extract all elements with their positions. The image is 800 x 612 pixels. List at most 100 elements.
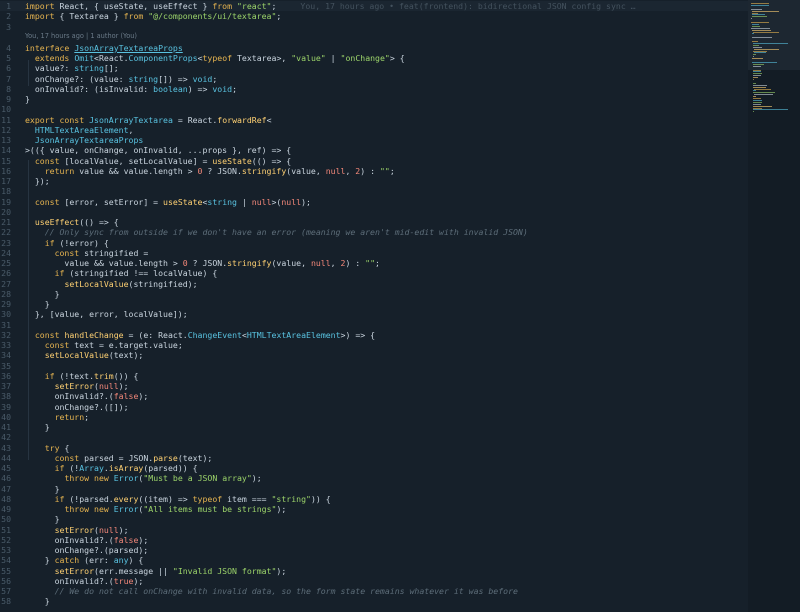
line-number: 55	[1, 565, 11, 576]
code-line[interactable]: 56 onInvalid?.(true);	[0, 576, 748, 586]
line-number: 23	[1, 237, 11, 248]
code-line[interactable]: 2 import { Textarea } from "@/components/…	[0, 11, 748, 21]
code-line[interactable]: 34 setLocalValue(text);	[0, 350, 748, 360]
code-line[interactable]: 55 setError(err.message || "Invalid JSON…	[0, 566, 748, 576]
code-line[interactable]: 58 }	[0, 596, 748, 606]
code-line[interactable]: 47 }	[0, 484, 748, 494]
minimap[interactable]	[748, 0, 800, 612]
code-line[interactable]: 48 if (!parsed.every((item) => typeof it…	[0, 494, 748, 504]
code-line[interactable]: 50 }	[0, 514, 748, 524]
code-line[interactable]: 42	[0, 432, 748, 442]
code-token: ()) {	[113, 370, 139, 381]
code-line[interactable]: 21 useEffect(() => {	[0, 217, 748, 227]
codelens-author[interactable]: You, 17 hours ago | 1 author (You)	[25, 32, 137, 41]
minimap-line	[753, 98, 761, 99]
line-number: 34	[1, 350, 11, 361]
code-text: } catch (err: any) {	[25, 555, 748, 565]
code-line[interactable]: 53 onChange?.(parsed);	[0, 545, 748, 555]
code-line[interactable]: 28 }	[0, 289, 748, 299]
code-line[interactable]: 19 const [error, setError] = useState<st…	[0, 197, 748, 207]
code-line[interactable]: 57 // We do not call onChange with inval…	[0, 586, 748, 596]
code-line[interactable]: 14 >(({ value, onChange, onInvalid, ...pr…	[0, 145, 748, 155]
code-line[interactable]: 38 onInvalid?.(false);	[0, 391, 748, 401]
code-line[interactable]: 5 extends Omit<React.ComponentProps<type…	[0, 53, 748, 63]
code-text: return;	[25, 412, 748, 422]
code-line[interactable]: 23 if (!error) {	[0, 238, 748, 248]
code-line[interactable]: 32 const handleChange = (e: React.Change…	[0, 330, 748, 340]
code-editor[interactable]: 1 import React, { useState, useEffect } f…	[0, 0, 748, 612]
code-line[interactable]: 45 if (!Array.isArray(parsed)) {	[0, 463, 748, 473]
code-token: isArray	[108, 463, 144, 473]
code-line[interactable]: 11 export const JsonArrayTextarea = React…	[0, 115, 748, 125]
code-line[interactable]: 9}	[0, 94, 748, 104]
code-token: forwardRef	[217, 114, 267, 125]
line-number: 30	[1, 309, 11, 320]
line-number: 26	[1, 268, 11, 279]
line-number: 49	[1, 504, 11, 514]
code-line[interactable]: 3	[0, 22, 748, 32]
minimap-line	[751, 22, 769, 23]
code-line[interactable]: 10	[0, 104, 748, 114]
code-line[interactable]: 24 const stringified =	[0, 248, 748, 258]
line-number: 18	[1, 186, 11, 197]
code-line[interactable]: 37 setError(null);	[0, 381, 748, 391]
code-token: every	[113, 493, 139, 504]
code-token: ;	[232, 83, 237, 94]
code-token: >) => {	[340, 329, 376, 340]
code-line[interactable]: 16 return value && value.length > 0 ? JS…	[0, 166, 748, 176]
code-line[interactable]: 33 const text = e.target.value;	[0, 340, 748, 350]
code-text: const handleChange = (e: React.ChangeEve…	[25, 330, 748, 340]
code-line[interactable]: 26 if (stringified !== localValue) {	[0, 268, 748, 278]
code-token: );	[301, 196, 311, 207]
code-line[interactable]: 15 const [localValue, setLocalValue] = u…	[0, 156, 748, 166]
code-line[interactable]: 6 value?: string[];	[0, 63, 748, 73]
code-line[interactable]: 40 return;	[0, 412, 748, 422]
code-text: setError(null);	[25, 525, 748, 535]
code-line[interactable]: 27 setLocalValue(stringified);	[0, 279, 748, 289]
code-line[interactable]: 35	[0, 361, 748, 371]
code-text: }	[25, 422, 748, 432]
line-number: 57	[1, 586, 11, 596]
code-line[interactable]: 30 }, [value, error, localValue]);	[0, 309, 748, 319]
code-line[interactable]: 13 JsonArrayTextareaProps	[0, 135, 748, 145]
code-token: return	[54, 411, 85, 422]
code-text: onInvalid?.(true);	[25, 576, 748, 586]
code-line[interactable]: 7 onChange?: (value: string[]) => void;	[0, 74, 748, 84]
code-token: ,	[345, 165, 356, 176]
code-line[interactable]: 51 setError(null);	[0, 525, 748, 535]
code-line[interactable]: 49 throw new Error("All items must be st…	[0, 504, 748, 514]
code-line[interactable]: 8 onInvalid?: (isInvalid: boolean) => vo…	[0, 84, 748, 94]
code-text: if (!Array.isArray(parsed)) {	[25, 463, 748, 473]
minimap-line	[752, 69, 761, 71]
code-line[interactable]: 17 });	[0, 176, 748, 186]
minimap-line	[752, 31, 779, 33]
code-line[interactable]: 1 import React, { useState, useEffect } f…	[0, 1, 748, 12]
code-line[interactable]: 41 }	[0, 422, 748, 432]
code-line[interactable]: 4 interface JsonArrayTextareaProps	[0, 43, 748, 53]
code-token: (stringified !== localValue) {	[64, 268, 218, 279]
code-line[interactable]: 25 value && value.length > 0 ? JSON.stri…	[0, 258, 748, 268]
code-line[interactable]: 12 HTMLTextAreaElement,	[0, 125, 748, 135]
code-token: if	[44, 370, 55, 381]
code-token: )) {	[310, 493, 331, 504]
code-text: value && value.length > 0 ? JSON.stringi…	[25, 258, 748, 268]
code-line[interactable]: 22 // Only sync from outside if we don't…	[0, 227, 748, 237]
code-line[interactable]: 31	[0, 320, 748, 330]
code-line[interactable]: 36 if (!text.trim()) {	[0, 371, 748, 381]
code-line[interactable]: 52 onInvalid?.(false);	[0, 535, 748, 545]
code-token: onInvalid?: (isInvalid:	[25, 83, 154, 94]
code-line[interactable]: 46 throw new Error("Must be a JSON array…	[0, 473, 748, 483]
code-token: null	[98, 524, 119, 535]
code-token: }	[25, 555, 55, 566]
code-line[interactable]: 43 try {	[0, 443, 748, 453]
code-line[interactable]: 54 } catch (err: any) {	[0, 555, 748, 565]
code-token: );	[138, 534, 149, 545]
code-token: "react"	[232, 1, 272, 11]
code-line[interactable]: 29 }	[0, 299, 748, 309]
code-line[interactable]: 18	[0, 186, 748, 196]
code-line[interactable]: 39 onChange?.([]);	[0, 402, 748, 412]
code-line[interactable]: 44 const parsed = JSON.parse(text);	[0, 453, 748, 463]
code-line[interactable]: 20	[0, 207, 748, 217]
code-token: (!error) {	[54, 237, 109, 248]
code-text: throw new Error("Must be a JSON array");	[25, 473, 748, 483]
